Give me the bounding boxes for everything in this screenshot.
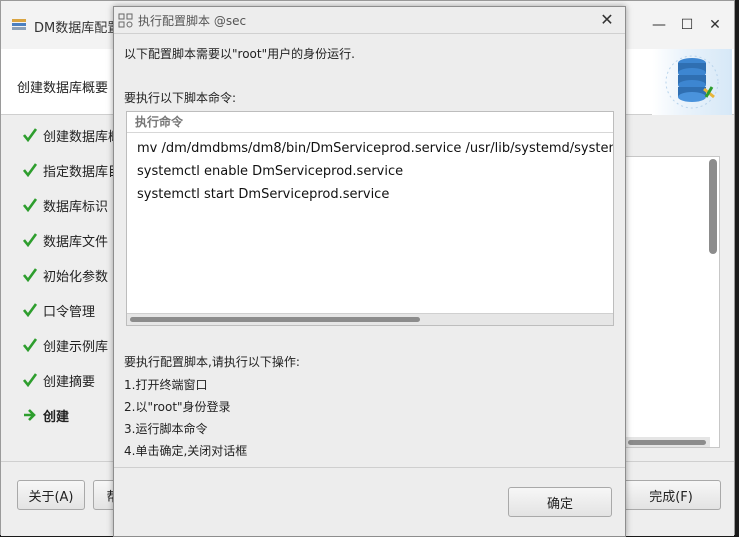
script-label: 要执行以下脚本命令:	[124, 91, 237, 105]
database-icon	[665, 55, 719, 109]
step-item: 口令管理	[23, 300, 95, 320]
step-list: 创建数据库概要 指定数据库目 数据库标识 数据库文件 初始化参数 口令管理 创建…	[1, 115, 134, 460]
progress-panel	[625, 156, 720, 448]
dialog-title: 执行配置脚本 @sec	[138, 14, 247, 28]
horizontal-scrollbar[interactable]	[626, 437, 710, 447]
main-window-title: DM数据库配置	[34, 21, 121, 36]
check-icon	[23, 338, 37, 352]
scrollbar-thumb[interactable]	[628, 440, 706, 445]
finish-button[interactable]: 完成(F)	[621, 480, 721, 510]
dialog-titlebar: 执行配置脚本 @sec ✕	[114, 7, 625, 34]
instruction-item: 3.运行脚本命令	[124, 422, 208, 436]
ok-button[interactable]: 确定	[508, 487, 612, 517]
close-icon[interactable]: ✕	[706, 16, 724, 34]
step-item-current: 创建	[23, 405, 69, 425]
close-icon[interactable]: ✕	[597, 10, 617, 30]
database-illustration	[652, 49, 732, 115]
step-item: 数据库文件	[23, 230, 108, 250]
step-item: 创建摘要	[23, 370, 95, 390]
instruction-item: 2.以"root"身份登录	[124, 400, 231, 414]
intro-text: 以下配置脚本需要以"root"用户的身份运行.	[124, 47, 355, 61]
minimize-icon[interactable]: —	[650, 16, 668, 34]
check-icon	[23, 198, 37, 212]
about-button[interactable]: 关于(A)	[17, 480, 85, 510]
maximize-icon[interactable]: ☐	[678, 16, 696, 34]
command-table: 执行命令 mv /dm/dmdbms/dm8/bin/DmServiceprod…	[126, 111, 614, 326]
scrollbar-thumb[interactable]	[130, 317, 420, 322]
step-item: 初始化参数	[23, 265, 108, 285]
banner-title: 创建数据库概要	[17, 81, 109, 96]
step-label: 数据库标识	[43, 199, 109, 215]
step-item: 指定数据库目	[23, 160, 121, 180]
check-icon	[23, 163, 37, 177]
instruction-item: 4.单击确定,关闭对话框	[124, 444, 248, 458]
instructions-title: 要执行配置脚本,请执行以下操作:	[124, 355, 300, 369]
app-icon	[12, 19, 26, 30]
step-label: 指定数据库目	[43, 164, 122, 180]
step-label: 创建	[43, 409, 70, 425]
settings-icon	[118, 13, 133, 28]
step-label: 初始化参数	[43, 269, 109, 285]
horizontal-scrollbar[interactable]	[127, 313, 613, 325]
check-icon	[23, 268, 37, 282]
step-item: 数据库标识	[23, 195, 108, 215]
check-icon	[23, 128, 37, 142]
run-script-dialog: 执行配置脚本 @sec ✕ 以下配置脚本需要以"root"用户的身份运行. 要执…	[113, 6, 626, 537]
dialog-footer: 确定	[114, 467, 625, 537]
step-label: 创建摘要	[43, 374, 96, 390]
arrow-right-icon	[24, 409, 36, 421]
check-icon	[23, 303, 37, 317]
check-icon	[23, 373, 37, 387]
step-label: 创建示例库	[43, 339, 109, 355]
step-label: 口令管理	[43, 304, 96, 320]
table-row[interactable]: mv /dm/dmdbms/dm8/bin/DmServiceprod.serv…	[137, 139, 613, 159]
vertical-scrollbar[interactable]	[709, 159, 717, 254]
table-row[interactable]: systemctl start DmServiceprod.service	[137, 185, 389, 205]
step-label: 数据库文件	[43, 234, 109, 250]
table-row[interactable]: systemctl enable DmServiceprod.service	[137, 162, 403, 182]
check-icon	[23, 233, 37, 247]
instruction-item: 1.打开终端窗口	[124, 378, 208, 392]
step-item: 创建示例库	[23, 335, 108, 355]
table-header: 执行命令	[127, 112, 613, 133]
